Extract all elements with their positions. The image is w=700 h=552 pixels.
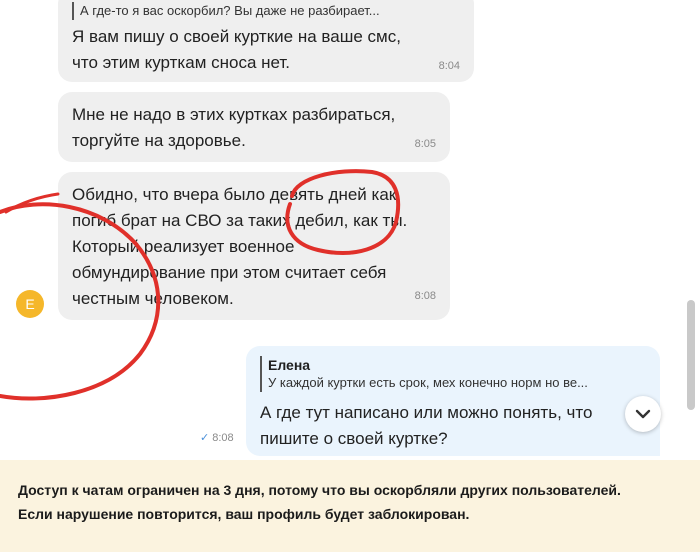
message-text: обмундирование при этом считает себя [72, 263, 387, 282]
quote-text: У каждой куртки есть срок, мех конечно н… [268, 375, 588, 390]
message-time: 8:04 [438, 60, 460, 72]
message-time: 8:05 [414, 138, 436, 150]
scrollbar[interactable] [687, 300, 695, 410]
outgoing-message[interactable]: Елена У каждой куртки есть срок, мех кон… [246, 346, 660, 456]
message-text: А где тут написано или можно понять, что [260, 403, 593, 422]
restriction-banner: Доступ к чатам ограничен на 3 дня, потом… [0, 460, 700, 552]
message-text: погиб брат на СВО за таких дебил, как ты… [72, 211, 408, 230]
quote-author: Елена [268, 357, 311, 373]
message-text: Обидно, что вчера было девять дней как [72, 185, 397, 204]
message-status: ✓ 8:08 [200, 432, 234, 444]
banner-text: Доступ к чатам ограничен на 3 дня, потом… [18, 482, 621, 498]
incoming-message[interactable]: Мне не надо в этих куртках разбираться, … [58, 92, 450, 162]
reply-quote[interactable]: Елена У каждой куртки есть срок, мех кон… [260, 356, 588, 392]
marker-stroke [4, 192, 60, 214]
message-text: Который реализует военное [72, 237, 295, 256]
scroll-down-button[interactable] [625, 396, 661, 432]
check-icon: ✓ [200, 432, 210, 444]
banner-text: Если нарушение повторится, ваш профиль б… [18, 506, 470, 522]
message-text: торгуйте на здоровье. [72, 131, 246, 150]
incoming-message[interactable]: Обидно, что вчера было девять дней как п… [58, 172, 450, 320]
message-text: Я вам пишу о своей курткие на ваше смс, [72, 27, 401, 46]
quote-text: А где-то я вас оскорбил? Вы даже не разб… [80, 3, 380, 18]
chevron-down-icon [635, 409, 651, 419]
message-text: пишите о своей куртке? [260, 429, 448, 448]
incoming-message[interactable]: А где-то я вас оскорбил? Вы даже не разб… [58, 0, 474, 82]
message-text: Мне не надо в этих куртках разбираться, [72, 105, 396, 124]
message-text: честным человеком. [72, 289, 234, 308]
avatar[interactable]: Е [16, 290, 44, 318]
chat-area[interactable]: А где-то я вас оскорбил? Вы даже не разб… [0, 0, 700, 460]
message-time: 8:08 [212, 432, 234, 444]
message-text: что этим курткам сноса нет. [72, 53, 291, 72]
reply-quote[interactable]: А где-то я вас оскорбил? Вы даже не разб… [72, 2, 380, 20]
message-time: 8:08 [414, 290, 436, 302]
